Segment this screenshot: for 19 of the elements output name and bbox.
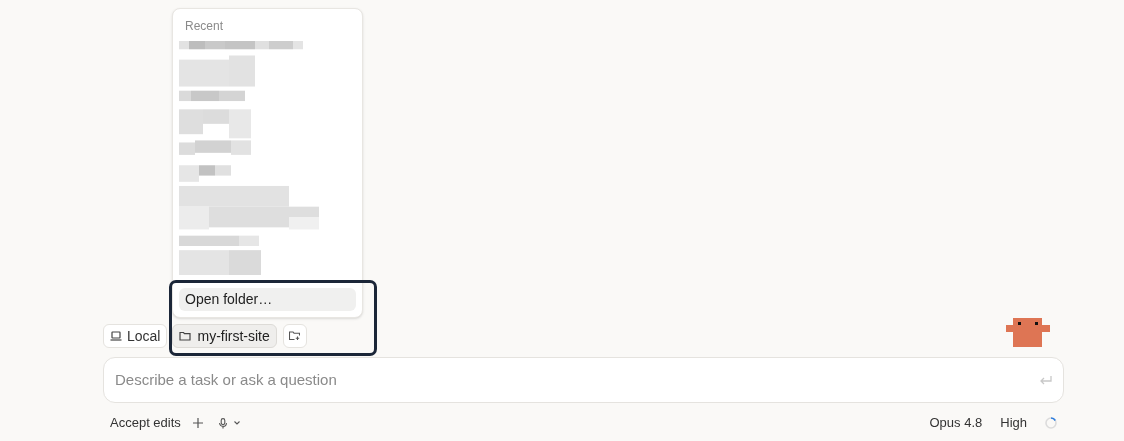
mode-button[interactable]: Accept edits — [110, 413, 181, 433]
add-folder-button[interactable] — [282, 324, 307, 348]
enter-icon — [1039, 374, 1052, 386]
folder-plus-icon — [289, 331, 301, 341]
open-folder-item[interactable]: Open folder… — [179, 288, 356, 311]
menu-heading: Recent — [184, 18, 225, 35]
spinner-icon — [1045, 417, 1057, 429]
prompt-field[interactable]: Describe a task or ask a question — [103, 357, 1064, 403]
laptop-icon — [110, 331, 122, 341]
folder-button[interactable]: my-first-site — [172, 324, 277, 348]
microphone-icon[interactable] — [218, 417, 227, 429]
folder-icon — [179, 331, 192, 341]
plus-icon[interactable] — [192, 418, 203, 428]
prompt-input[interactable]: Describe a task or ask a question — [115, 368, 1039, 392]
effort-button[interactable]: High — [1000, 413, 1027, 433]
model-button[interactable]: Opus 4.8 — [929, 413, 983, 433]
chevron-down-icon[interactable] — [233, 421, 240, 425]
environment-button[interactable]: Local — [103, 324, 168, 348]
pixel-mascot-icon — [1006, 318, 1050, 347]
